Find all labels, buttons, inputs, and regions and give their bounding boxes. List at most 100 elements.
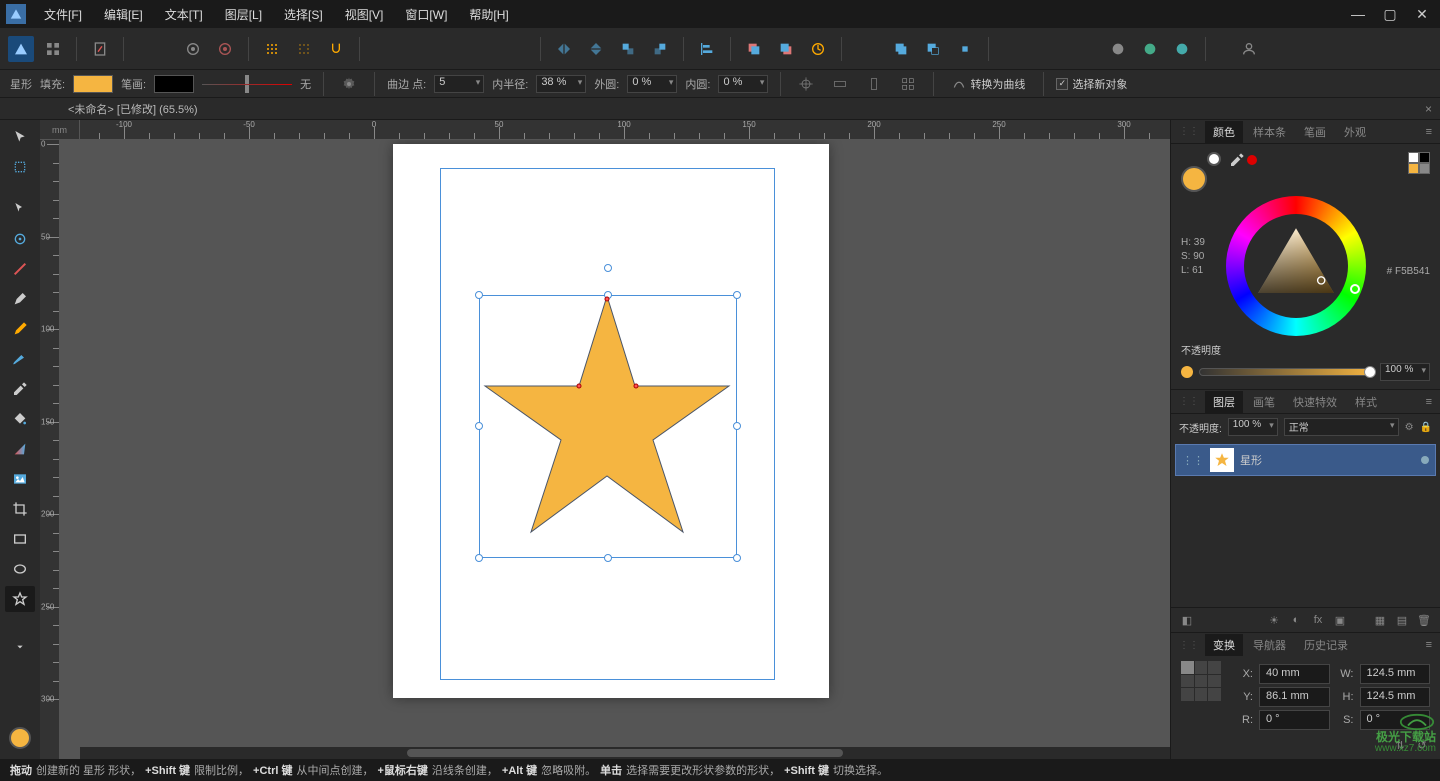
mask-icon[interactable]: ◧ <box>1179 612 1195 628</box>
clip-icon[interactable]: ▣ <box>1332 612 1348 628</box>
tab-history[interactable]: 历史记录 <box>1296 634 1356 656</box>
add-adjustment-icon[interactable]: ☀ <box>1266 612 1282 628</box>
arrange-back-icon[interactable] <box>741 36 767 62</box>
preferences-icon[interactable] <box>180 36 206 62</box>
fill-tool[interactable] <box>5 406 35 432</box>
shape-point-top[interactable] <box>605 297 610 302</box>
artboard-tool[interactable] <box>5 154 35 180</box>
transparency-tool[interactable] <box>5 436 35 462</box>
reset-box-icon[interactable] <box>805 36 831 62</box>
convert-curves-icon[interactable]: 转换为曲线 <box>946 71 1031 97</box>
layers-panel-menu-icon[interactable]: ≡ <box>1418 396 1440 408</box>
color-wheel[interactable] <box>1226 196 1366 336</box>
link-dimensions-icon[interactable]: ⇅ <box>1392 737 1408 753</box>
move-tool[interactable] <box>5 124 35 150</box>
select-new-checkbox[interactable]: ✓ 选择新对象 <box>1056 76 1127 92</box>
opacity-input[interactable]: 100 % <box>1380 363 1430 381</box>
menu-text[interactable]: 文本[T] <box>155 2 213 27</box>
outer-circle-input[interactable]: 0 % <box>627 75 677 93</box>
layer-settings-icon[interactable]: ⚙ <box>1405 422 1414 433</box>
r-input[interactable]: 0 ° <box>1259 710 1330 730</box>
tab-navigator[interactable]: 导航器 <box>1245 634 1294 656</box>
delete-layer-icon[interactable]: 🗑 <box>1416 612 1432 628</box>
grid-manager-icon[interactable] <box>40 36 66 62</box>
crop-tool[interactable] <box>5 496 35 522</box>
layer-item-star[interactable]: ⋮⋮ 星形 <box>1175 444 1436 476</box>
snap-objects-icon[interactable] <box>291 36 317 62</box>
menu-file[interactable]: 文件[F] <box>34 2 92 27</box>
persona-designer-icon[interactable] <box>8 36 34 62</box>
layer-opacity-input[interactable]: 100 % <box>1228 418 1278 436</box>
arrange-forward-icon[interactable] <box>773 36 799 62</box>
inner-circle-input[interactable]: 0 % <box>718 75 768 93</box>
place-image-tool[interactable] <box>5 466 35 492</box>
minimize-button[interactable]: — <box>1346 4 1370 24</box>
handle-tl[interactable] <box>475 291 483 299</box>
ruler-corner[interactable]: mm <box>40 120 80 140</box>
reset-transform-icon[interactable]: ↺ <box>1414 737 1430 753</box>
transform-panel-menu-icon[interactable]: ≡ <box>1418 639 1440 651</box>
flip-h-icon[interactable] <box>551 36 577 62</box>
doc-setup-icon[interactable] <box>87 36 113 62</box>
snap-grid-icon[interactable] <box>259 36 285 62</box>
color-picker-icon[interactable] <box>1229 152 1245 168</box>
pen-tool[interactable] <box>5 286 35 312</box>
more-tools-icon[interactable] <box>5 634 35 660</box>
tab-appearance[interactable]: 外观 <box>1336 121 1374 143</box>
snap-magnet-icon[interactable] <box>323 36 349 62</box>
ellipse-tool[interactable] <box>5 556 35 582</box>
curve-points-input[interactable]: 5 <box>434 75 484 93</box>
eyedropper-tool[interactable] <box>5 376 35 402</box>
current-color-chip[interactable] <box>9 727 31 749</box>
brush-tool[interactable] <box>5 346 35 372</box>
handle-tr[interactable] <box>733 291 741 299</box>
hue-ring-handle[interactable] <box>1350 284 1360 294</box>
align-center-h-icon[interactable] <box>793 71 819 97</box>
tab-layers[interactable]: 图层 <box>1205 391 1243 413</box>
x-input[interactable]: 40 mm <box>1259 664 1330 684</box>
maximize-button[interactable]: ▢ <box>1378 4 1402 24</box>
s-input[interactable]: 0 ° <box>1360 710 1431 730</box>
tab-swatches[interactable]: 样本条 <box>1245 121 1294 143</box>
tab-color[interactable]: 颜色 <box>1205 121 1243 143</box>
align-middle-icon[interactable] <box>827 71 853 97</box>
grid-snap-icon[interactable] <box>895 71 921 97</box>
rotate-ccw-icon[interactable] <box>615 36 641 62</box>
menu-layer[interactable]: 图层[L] <box>215 2 272 27</box>
add-fx2-icon[interactable]: fx <box>1310 612 1326 628</box>
point-transform-tool[interactable] <box>5 226 35 252</box>
handle-br[interactable] <box>733 554 741 562</box>
add-pixel-layer-icon[interactable]: ▦ <box>1372 612 1388 628</box>
quick-swatches[interactable] <box>1408 152 1430 174</box>
align-right-icon[interactable] <box>861 71 887 97</box>
menu-help[interactable]: 帮助[H] <box>459 2 518 27</box>
anchor-point-grid[interactable] <box>1181 661 1221 701</box>
gear-icon[interactable] <box>336 71 362 97</box>
add-fx-icon[interactable]: ◐ <box>1288 612 1304 628</box>
stroke-swatch[interactable] <box>154 75 194 93</box>
close-tab-icon[interactable]: × <box>1425 102 1432 116</box>
insert-behind-icon[interactable] <box>1169 36 1195 62</box>
align-left-icon[interactable] <box>694 36 720 62</box>
fg-bg-swatches[interactable] <box>1181 152 1221 192</box>
bool-subtract-icon[interactable] <box>920 36 946 62</box>
pencil-tool[interactable] <box>5 316 35 342</box>
rotation-handle[interactable] <box>604 264 612 272</box>
h-input[interactable]: 124.5 mm <box>1360 687 1431 707</box>
bool-intersect-icon[interactable] <box>952 36 978 62</box>
handle-ml[interactable] <box>475 422 483 430</box>
stroke-width-preview[interactable] <box>202 75 292 93</box>
tab-stroke[interactable]: 笔画 <box>1296 121 1334 143</box>
opacity-slider[interactable] <box>1199 368 1374 376</box>
y-input[interactable]: 86.1 mm <box>1259 687 1330 707</box>
tab-effects[interactable]: 快速特效 <box>1285 391 1345 413</box>
close-button[interactable]: ✕ <box>1410 4 1434 24</box>
handle-bl[interactable] <box>475 554 483 562</box>
corner-tool[interactable] <box>5 256 35 282</box>
layer-lock-icon[interactable]: 🔒 <box>1420 422 1432 433</box>
insert-inside-icon[interactable] <box>1137 36 1163 62</box>
layer-visibility-icon[interactable] <box>1421 456 1429 464</box>
shape-point-right[interactable] <box>634 384 639 389</box>
account-icon[interactable] <box>1236 36 1262 62</box>
shape-point-left[interactable] <box>577 384 582 389</box>
